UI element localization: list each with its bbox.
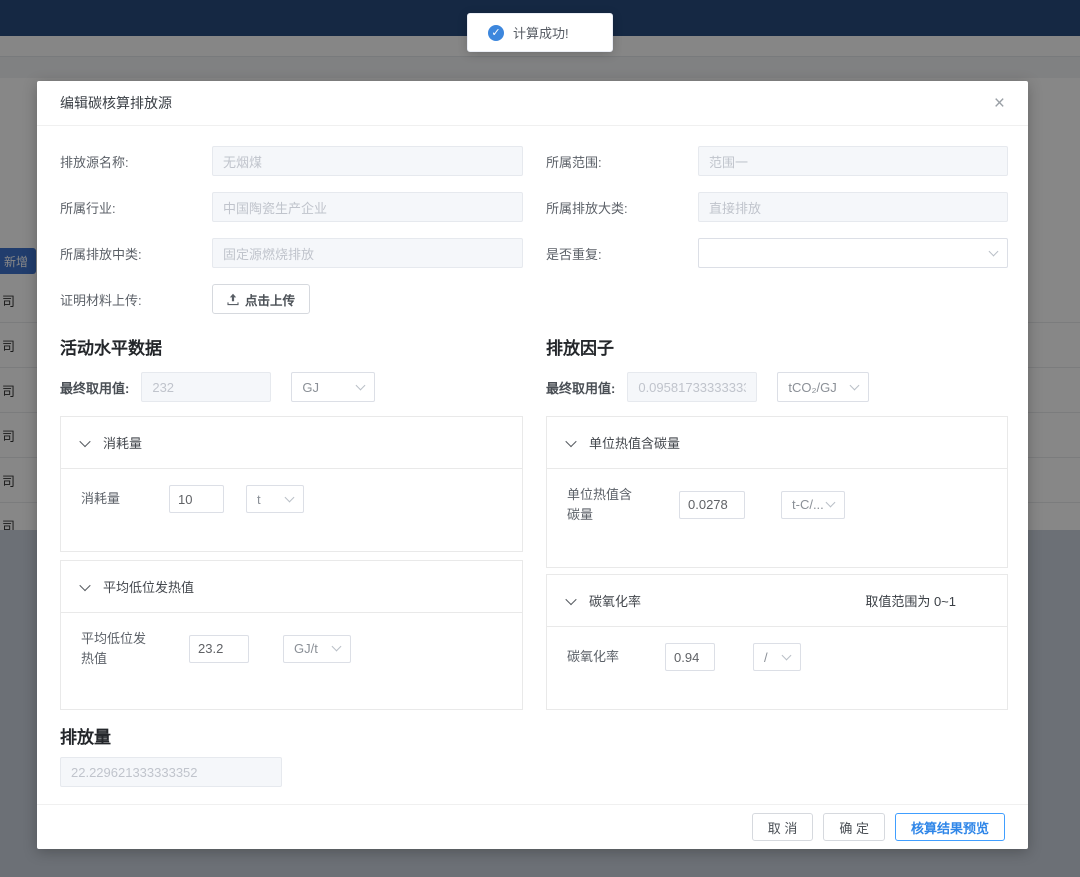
activity-section: 活动水平数据 最终取用值: GJ 消耗量 消耗量 — [60, 334, 523, 787]
field-industry: 所属行业: — [60, 192, 523, 222]
field-upload: 证明材料上传: 点击上传 — [60, 284, 523, 314]
chevron-down-icon — [782, 650, 792, 660]
calorific-panel-body: 平均低位发热值 GJ/t — [61, 613, 522, 684]
oxidation-panel-header[interactable]: 碳氧化率 取值范围为 0~1 — [547, 575, 1007, 627]
cancel-button[interactable]: 取 消 — [752, 813, 814, 841]
collapse-chevron-icon — [79, 435, 90, 446]
factor-unit-select[interactable]: tCO₂/GJ — [777, 372, 869, 402]
oxidation-unit-value: / — [764, 650, 768, 665]
activity-section-title: 活动水平数据 — [60, 334, 523, 359]
source-name-input — [212, 146, 523, 176]
chevron-down-icon — [850, 380, 860, 390]
close-icon[interactable]: × — [994, 94, 1005, 113]
consumption-input[interactable] — [169, 485, 224, 513]
activity-unit-value: GJ — [302, 380, 319, 395]
edit-emission-source-dialog: 编辑碳核算排放源 × 排放源名称: 所属范围: 所属行业: 所属排放大类: — [37, 81, 1028, 849]
oxidation-range-note: 取值范围为 0~1 — [865, 591, 956, 610]
industry-input — [212, 192, 523, 222]
chevron-down-icon — [332, 642, 342, 652]
industry-label: 所属行业: — [60, 198, 212, 217]
dialog-body: 排放源名称: 所属范围: 所属行业: 所属排放大类: 所属排放中类: — [37, 126, 1028, 787]
check-circle-icon: ✓ — [488, 25, 504, 41]
consumption-panel-body: 消耗量 t — [61, 469, 522, 529]
calorific-label: 平均低位发热值 — [81, 629, 151, 668]
chevron-down-icon — [356, 380, 366, 390]
carbon-content-panel-title: 单位热值含碳量 — [589, 433, 680, 452]
calorific-input[interactable] — [189, 635, 249, 663]
oxidation-unit-select[interactable]: / — [753, 643, 801, 671]
consumption-panel-header[interactable]: 消耗量 — [61, 417, 522, 469]
carbon-content-input[interactable] — [679, 491, 745, 519]
carbon-content-panel-header[interactable]: 单位热值含碳量 — [547, 417, 1007, 469]
carbon-content-panel: 单位热值含碳量 单位热值含碳量 t-C/... — [546, 416, 1008, 568]
mid-category-label: 所属排放中类: — [60, 244, 212, 263]
calorific-unit-select[interactable]: GJ/t — [283, 635, 351, 663]
dialog-footer: 取 消 确 定 核算结果预览 — [37, 804, 1028, 849]
oxidation-panel-title: 碳氧化率 — [589, 591, 641, 610]
mid-category-input — [212, 238, 523, 268]
is-duplicate-label: 是否重复: — [546, 244, 698, 263]
field-is-duplicate: 是否重复: — [546, 238, 1008, 268]
major-category-input — [698, 192, 1008, 222]
chevron-down-icon — [826, 498, 836, 508]
consumption-panel: 消耗量 消耗量 t — [60, 416, 523, 552]
factor-unit-value: tCO₂/GJ — [788, 380, 836, 395]
result-preview-button[interactable]: 核算结果预览 — [895, 813, 1005, 841]
upload-label: 证明材料上传: — [60, 290, 212, 309]
field-source-name: 排放源名称: — [60, 146, 523, 176]
confirm-button[interactable]: 确 定 — [823, 813, 885, 841]
carbon-content-panel-body: 单位热值含碳量 t-C/... — [547, 469, 1007, 540]
factor-section: 排放因子 最终取用值: tCO₂/GJ 单位热值含碳量 单位热值含碳 — [546, 334, 1008, 787]
calorific-panel: 平均低位发热值 平均低位发热值 GJ/t — [60, 560, 523, 710]
major-category-label: 所属排放大类: — [546, 198, 698, 217]
upload-button-label: 点击上传 — [245, 290, 295, 309]
calorific-panel-header[interactable]: 平均低位发热值 — [61, 561, 522, 613]
collapse-chevron-icon — [565, 593, 576, 604]
chevron-down-icon — [989, 246, 999, 256]
oxidation-input[interactable] — [665, 643, 715, 671]
emission-total-input — [60, 757, 282, 787]
consumption-unit-select[interactable]: t — [246, 485, 304, 513]
collapse-chevron-icon — [565, 435, 576, 446]
field-major-category: 所属排放大类: — [546, 192, 1008, 222]
consumption-panel-title: 消耗量 — [103, 433, 142, 452]
activity-final-input — [141, 372, 271, 402]
oxidation-label: 碳氧化率 — [567, 647, 643, 667]
dialog-title: 编辑碳核算排放源 — [60, 93, 172, 113]
calorific-unit-value: GJ/t — [294, 641, 318, 656]
field-scope: 所属范围: — [546, 146, 1008, 176]
source-name-label: 排放源名称: — [60, 152, 212, 171]
chevron-down-icon — [285, 492, 295, 502]
scope-input — [698, 146, 1008, 176]
carbon-content-unit-value: t-C/... — [792, 497, 824, 512]
carbon-content-label: 单位热值含碳量 — [567, 485, 643, 524]
factor-final-label: 最终取用值: — [546, 378, 615, 397]
factor-final-row: 最终取用值: tCO₂/GJ — [546, 372, 1008, 402]
is-duplicate-select[interactable] — [698, 238, 1008, 268]
factor-final-input — [627, 372, 757, 402]
consumption-label: 消耗量 — [81, 489, 151, 509]
oxidation-panel: 碳氧化率 取值范围为 0~1 碳氧化率 / — [546, 574, 1008, 710]
success-toast: ✓ 计算成功! — [467, 13, 613, 52]
activity-final-label: 最终取用值: — [60, 378, 129, 397]
toast-message: 计算成功! — [513, 23, 569, 42]
activity-final-row: 最终取用值: GJ — [60, 372, 523, 402]
activity-unit-select[interactable]: GJ — [291, 372, 375, 402]
carbon-content-unit-select[interactable]: t-C/... — [781, 491, 845, 519]
field-mid-category: 所属排放中类: — [60, 238, 523, 268]
oxidation-panel-body: 碳氧化率 / — [547, 627, 1007, 687]
emission-section-title: 排放量 — [60, 723, 523, 748]
consumption-unit-value: t — [257, 492, 261, 507]
collapse-chevron-icon — [79, 579, 90, 590]
scope-label: 所属范围: — [546, 152, 698, 171]
upload-icon — [227, 293, 239, 306]
upload-button[interactable]: 点击上传 — [212, 284, 310, 314]
dialog-header: 编辑碳核算排放源 × — [37, 81, 1028, 126]
factor-section-title: 排放因子 — [546, 334, 1008, 359]
calorific-panel-title: 平均低位发热值 — [103, 577, 194, 596]
